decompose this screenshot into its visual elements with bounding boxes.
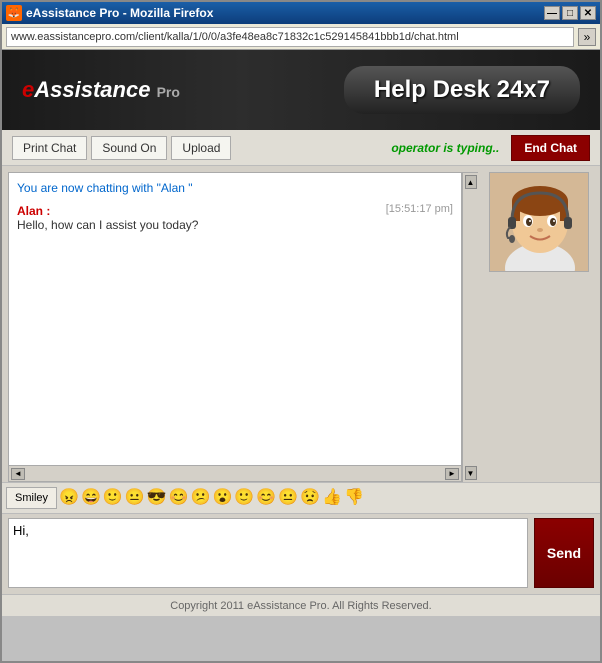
emoji-smile[interactable]: 🙂 <box>103 490 123 506</box>
upload-button[interactable]: Upload <box>171 136 231 160</box>
smiley-button[interactable]: Smiley <box>6 487 57 509</box>
emoji-happy[interactable]: 😊 <box>169 490 189 506</box>
address-bar: » <box>2 24 600 50</box>
address-input[interactable] <box>6 27 574 47</box>
message-input[interactable]: Hi, <box>8 518 528 588</box>
vertical-scrollbar[interactable]: ▲ ▼ <box>462 172 478 482</box>
header: eAssistance Pro Help Desk 24x7 <box>2 50 600 130</box>
chat-intro: You are now chatting with "Alan " <box>17 181 453 195</box>
emoji-thumbsup[interactable]: 👍 <box>322 490 342 506</box>
emoji-confused[interactable]: 😕 <box>191 490 211 506</box>
chat-panel: You are now chatting with "Alan " Alan :… <box>8 172 462 482</box>
emoji-neutral[interactable]: 😐 <box>125 490 145 506</box>
chat-sender: Alan : <box>17 204 50 218</box>
chat-time: [15:51:17 pm] <box>386 203 453 215</box>
title-bar: 🦊 eAssistance Pro - Mozilla Firefox — □ … <box>2 2 600 24</box>
emoji-plain[interactable]: 😐 <box>278 490 298 506</box>
chat-messages: You are now chatting with "Alan " Alan :… <box>9 173 461 465</box>
send-button[interactable]: Send <box>534 518 594 588</box>
helpdesk-text: Help Desk 24x7 <box>374 76 550 103</box>
maximize-button[interactable]: □ <box>562 6 578 20</box>
logo-assistance: Assistance <box>34 77 150 102</box>
emoji-cool[interactable]: 😎 <box>147 490 167 506</box>
scroll-down-button[interactable]: ▼ <box>465 466 477 480</box>
footer: Copyright 2011 eAssistance Pro. All Righ… <box>2 594 600 616</box>
input-area: Hi, Send <box>2 514 600 594</box>
logo-e: e <box>22 77 34 102</box>
logo-pro: Pro <box>157 84 180 100</box>
emoji-slight[interactable]: 🙂 <box>234 490 254 506</box>
smiley-bar: Smiley 😠 😄 🙂 😐 😎 😊 😕 😮 🙂 😊 😐 😟 👍 👎 <box>2 482 600 514</box>
main-content: You are now chatting with "Alan " Alan :… <box>2 166 600 482</box>
emoji-angry[interactable]: 😠 <box>59 490 79 506</box>
close-button[interactable]: ✕ <box>580 6 596 20</box>
title-bar-buttons[interactable]: — □ ✕ <box>544 6 596 20</box>
emoji-laugh[interactable]: 😄 <box>81 490 101 506</box>
title-bar-text: eAssistance Pro - Mozilla Firefox <box>26 6 213 20</box>
chat-message-header: Alan : [15:51:17 pm] <box>17 203 453 218</box>
sound-on-button[interactable]: Sound On <box>91 136 167 160</box>
scroll-track <box>25 469 445 479</box>
scroll-right-button[interactable]: ► <box>445 468 459 480</box>
helpdesk-banner: Help Desk 24x7 <box>344 66 580 114</box>
emoji-surprised[interactable]: 😮 <box>212 490 232 506</box>
end-chat-button[interactable]: End Chat <box>511 135 590 161</box>
print-chat-button[interactable]: Print Chat <box>12 136 87 160</box>
operator-status: operator is typing.. <box>391 141 499 155</box>
horizontal-scrollbar[interactable]: ◄ ► <box>9 465 461 481</box>
toolbar: Print Chat Sound On Upload operator is t… <box>2 130 600 166</box>
title-bar-left: 🦊 eAssistance Pro - Mozilla Firefox <box>6 5 213 21</box>
chat-text: Hello, how can I assist you today? <box>17 218 453 232</box>
emoji-sad[interactable]: 😟 <box>300 490 320 506</box>
go-button[interactable]: » <box>578 28 596 46</box>
emoji-thumbsdown[interactable]: 👎 <box>344 490 364 506</box>
scroll-left-button[interactable]: ◄ <box>11 468 25 480</box>
agent-photo-panel <box>484 172 594 476</box>
footer-text: Copyright 2011 eAssistance Pro. All Righ… <box>170 600 431 612</box>
logo: eAssistance Pro <box>22 77 180 103</box>
firefox-icon: 🦊 <box>6 5 22 21</box>
minimize-button[interactable]: — <box>544 6 560 20</box>
agent-illustration <box>490 173 589 272</box>
table-row: Alan : [15:51:17 pm] Hello, how can I as… <box>17 203 453 232</box>
agent-photo-frame <box>489 172 589 272</box>
scroll-up-button[interactable]: ▲ <box>465 175 477 189</box>
emoji-grin[interactable]: 😊 <box>256 490 276 506</box>
